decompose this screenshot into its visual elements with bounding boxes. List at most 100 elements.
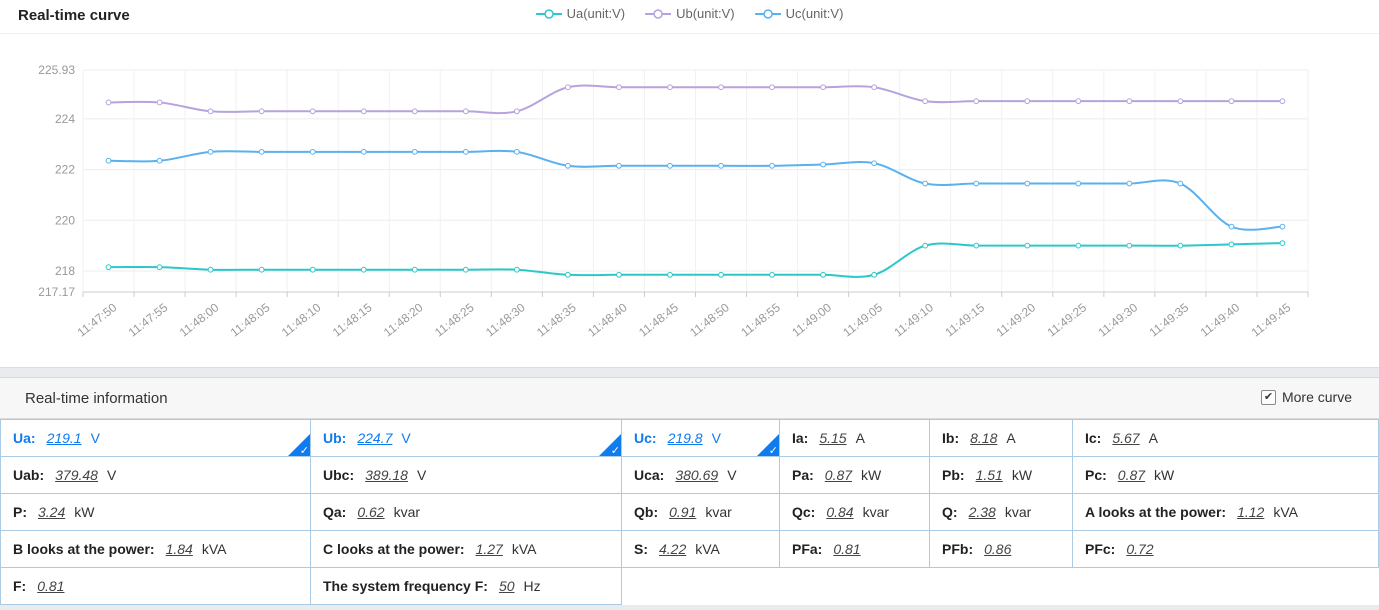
info-cell-p: P:3.24kW — [1, 494, 311, 531]
series-point-ua — [923, 243, 928, 248]
legend-item-ub[interactable]: Ub(unit:V) — [645, 6, 735, 21]
more-curve-toggle[interactable]: ✔ More curve — [1261, 389, 1352, 405]
series-point-uc — [259, 149, 264, 154]
series-point-ub — [719, 85, 724, 90]
svg-text:11:48:55: 11:48:55 — [738, 300, 783, 339]
chart-body: 217.17218220222224225.9311:47:5011:47:55… — [0, 33, 1379, 368]
cell-value: 0.91 — [669, 504, 696, 520]
svg-text:11:48:10: 11:48:10 — [279, 300, 324, 339]
svg-text:225.93: 225.93 — [38, 63, 75, 77]
info-row: Uab:379.48VUbc:389.18VUca:380.69VPa:0.87… — [1, 457, 1379, 494]
cell-unit: A — [1149, 430, 1158, 446]
info-cell-ua[interactable]: Ua:219.1V✓ — [1, 420, 311, 457]
info-cell-uc[interactable]: Uc:219.8V✓ — [622, 420, 780, 457]
cell-label: Qb: — [634, 504, 658, 520]
series-point-ub — [208, 109, 213, 114]
info-table: Ua:219.1V✓Ub:224.7V✓Uc:219.8V✓Ia:5.15AIb… — [0, 419, 1379, 605]
info-cell-ib: Ib:8.18A — [930, 420, 1073, 457]
cell-unit: V — [712, 430, 721, 446]
series-point-ub — [565, 85, 570, 90]
cell-unit: kW — [861, 467, 881, 483]
svg-text:11:48:25: 11:48:25 — [432, 300, 477, 339]
info-cell-ub[interactable]: Ub:224.7V✓ — [311, 420, 622, 457]
series-point-ub — [157, 100, 162, 105]
cell-label: Qc: — [792, 504, 815, 520]
series-point-uc — [1025, 181, 1030, 186]
check-icon: ✓ — [611, 445, 620, 457]
svg-text:11:49:45: 11:49:45 — [1249, 300, 1294, 339]
svg-text:11:48:35: 11:48:35 — [534, 300, 579, 339]
cell-label: Ub: — [323, 430, 346, 446]
info-row: B looks at the power:1.84kVAC looks at t… — [1, 531, 1379, 568]
info-row: P:3.24kWQa:0.62kvarQb:0.91kvarQc:0.84kva… — [1, 494, 1379, 531]
series-point-uc — [872, 161, 877, 166]
series-point-uc — [719, 163, 724, 168]
legend-label: Ub(unit:V) — [676, 6, 735, 21]
cell-value: 219.8 — [668, 430, 703, 446]
cell-value: 1.51 — [976, 467, 1003, 483]
cell-value: 0.72 — [1126, 541, 1153, 557]
series-point-ua — [514, 267, 519, 272]
info-cell-c-looks-at-the-power: C looks at the power:1.27kVA — [311, 531, 622, 568]
check-icon: ✓ — [769, 445, 778, 457]
svg-text:11:49:30: 11:49:30 — [1095, 300, 1140, 339]
series-point-ua — [719, 272, 724, 277]
info-cell-ic: Ic:5.67A — [1073, 420, 1379, 457]
cell-unit: A — [1006, 430, 1015, 446]
realtime-curve-panel: Real-time curve Ua(unit:V) Ub(unit:V) Uc… — [0, 0, 1379, 368]
svg-text:11:49:05: 11:49:05 — [840, 300, 885, 339]
series-point-ua — [872, 272, 877, 277]
series-point-ua — [1178, 243, 1183, 248]
cell-value: 8.18 — [970, 430, 997, 446]
svg-text:11:48:20: 11:48:20 — [381, 300, 426, 339]
series-point-ua — [463, 267, 468, 272]
series-point-ua — [361, 267, 366, 272]
cell-label: Qa: — [323, 504, 346, 520]
svg-text:11:47:55: 11:47:55 — [126, 300, 171, 339]
svg-text:11:48:15: 11:48:15 — [330, 300, 375, 339]
series-point-uc — [1280, 224, 1285, 229]
series-point-ub — [872, 85, 877, 90]
cell-label: Pa: — [792, 467, 814, 483]
legend-item-uc[interactable]: Uc(unit:V) — [755, 6, 844, 21]
info-cell-pfb: PFb:0.86 — [930, 531, 1073, 568]
cell-unit: kW — [1154, 467, 1174, 483]
series-point-ub — [1280, 99, 1285, 104]
series-point-uc — [565, 163, 570, 168]
series-point-uc — [208, 149, 213, 154]
cell-label: Uab: — [13, 467, 44, 483]
series-point-ub — [310, 109, 315, 114]
cell-unit: kvar — [1005, 504, 1031, 520]
series-point-ua — [974, 243, 979, 248]
cell-label: Ic: — [1085, 430, 1101, 446]
more-curve-checkbox[interactable]: ✔ — [1261, 390, 1276, 405]
info-cell-qc: Qc:0.84kvar — [780, 494, 930, 531]
series-point-ua — [157, 265, 162, 270]
info-cell-uca: Uca:380.69V — [622, 457, 780, 494]
info-cell-the-system-frequency-f: The system frequency F:50Hz — [311, 568, 622, 605]
series-point-uc — [463, 149, 468, 154]
cell-unit: V — [417, 467, 426, 483]
realtime-monitor-page: Real-time curve Ua(unit:V) Ub(unit:V) Uc… — [0, 0, 1379, 610]
series-point-uc — [1229, 224, 1234, 229]
legend-label: Uc(unit:V) — [786, 6, 844, 21]
svg-text:11:49:00: 11:49:00 — [789, 300, 834, 339]
series-point-ua — [1229, 242, 1234, 247]
cell-value: 1.27 — [476, 541, 503, 557]
cell-value: 389.18 — [365, 467, 408, 483]
cell-label: PFa: — [792, 541, 822, 557]
check-icon: ✓ — [300, 445, 309, 457]
info-cell-pfa: PFa:0.81 — [780, 531, 930, 568]
svg-text:220: 220 — [55, 213, 75, 227]
more-curve-label: More curve — [1282, 389, 1352, 405]
cell-unit: kvar — [863, 504, 889, 520]
series-point-ua — [259, 267, 264, 272]
series-point-uc — [157, 158, 162, 163]
info-cell-ia: Ia:5.15A — [780, 420, 930, 457]
svg-text:11:49:10: 11:49:10 — [891, 300, 936, 339]
legend-item-ua[interactable]: Ua(unit:V) — [536, 6, 626, 21]
series-point-ub — [668, 85, 673, 90]
series-point-ub — [617, 85, 622, 90]
series-point-ua — [1280, 241, 1285, 246]
cell-label: S: — [634, 541, 648, 557]
